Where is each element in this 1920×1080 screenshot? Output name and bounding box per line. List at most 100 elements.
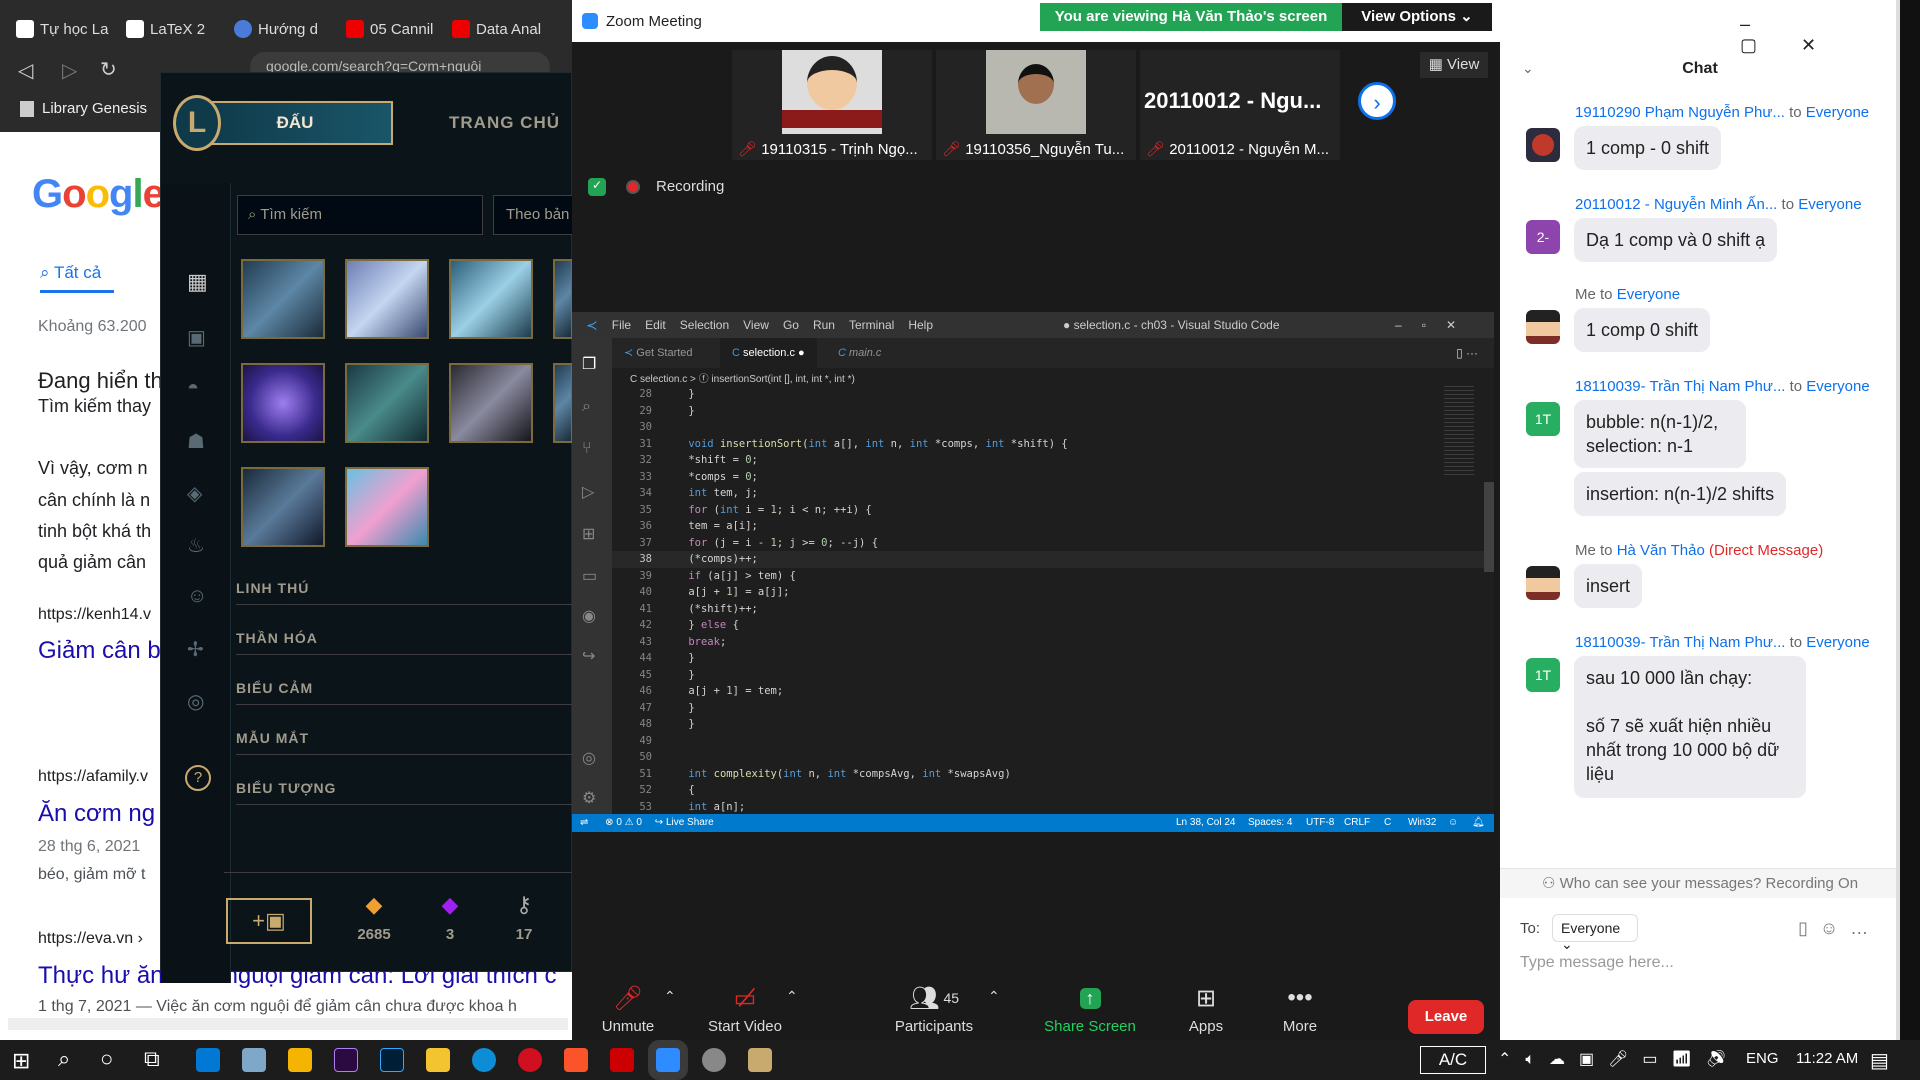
input-language[interactable]: ENG <box>1746 1050 1779 1067</box>
opera-icon[interactable] <box>518 1048 542 1072</box>
help-icon[interactable]: ? <box>185 765 211 791</box>
horizontal-scrollbar[interactable] <box>8 1018 568 1030</box>
app-icon[interactable] <box>702 1048 726 1072</box>
encoding-status[interactable]: UTF-8 <box>1306 814 1334 832</box>
run-debug-icon[interactable]: ▷ <box>582 482 594 502</box>
editor-scrollbar[interactable] <box>1484 482 1494 572</box>
app-icon[interactable] <box>610 1048 634 1072</box>
explorer-icon[interactable]: ❐ <box>582 354 596 374</box>
browser-tab[interactable]: Hướng d <box>234 14 334 44</box>
champion-tile[interactable] <box>553 363 573 443</box>
brave-icon[interactable] <box>564 1048 588 1072</box>
menu-terminal[interactable]: Terminal <box>849 318 894 332</box>
profile-icon[interactable]: ◎ <box>187 689 204 714</box>
video-options-chevron-icon[interactable]: ⌃ <box>786 988 798 1005</box>
task-view-icon[interactable]: ⧉ <box>144 1046 160 1072</box>
window-controls[interactable]: –▫✕ <box>1395 318 1476 332</box>
nav-home[interactable]: TRANG CHỦ <box>449 113 560 133</box>
spell-icon[interactable]: ✢ <box>187 637 204 662</box>
bookmark-library-genesis[interactable]: Library Genesis <box>20 100 147 117</box>
notifications-icon[interactable]: 🔔︎ <box>1472 814 1485 832</box>
audio-options-chevron-icon[interactable]: ⌃ <box>664 988 676 1005</box>
champion-tile[interactable] <box>345 259 429 339</box>
indentation-status[interactable]: Spaces: 4 <box>1248 814 1292 832</box>
menu-help[interactable]: Help <box>908 318 933 332</box>
menu-go[interactable]: Go <box>783 318 799 332</box>
menu-edit[interactable]: Edit <box>645 318 666 332</box>
menu-view[interactable]: View <box>743 318 769 332</box>
problems-status[interactable]: ⊗ 0 ⚠ 0 <box>605 817 642 828</box>
result-url[interactable]: https://afamily.v <box>38 768 148 786</box>
section-linh-thu[interactable]: LINH THÚ <box>236 580 572 605</box>
settings-gear-icon[interactable]: ⚙ <box>582 788 596 808</box>
live-share-icon[interactable]: ↪ <box>582 646 595 666</box>
breadcrumb[interactable]: C selection.c > ⓕ insertionSort(int [], … <box>630 370 855 385</box>
play-button[interactable]: ĐẤU <box>197 101 393 145</box>
platform-status[interactable]: Win32 <box>1408 814 1436 832</box>
github-icon[interactable]: ◉ <box>582 606 596 626</box>
eol-status[interactable]: CRLF <box>1344 814 1370 832</box>
champion-tile[interactable] <box>241 467 325 547</box>
participant-video[interactable]: 20110012 - Ngu... 🎤︎ 20110012 - Nguyễn M… <box>1140 50 1340 160</box>
next-page-icon[interactable]: › <box>1358 82 1396 120</box>
emote-icon[interactable]: ☺ <box>187 585 207 608</box>
browser-tab[interactable]: LaTeX 2 <box>126 14 222 44</box>
cortana-icon[interactable]: ○ <box>100 1046 113 1072</box>
browser-tab[interactable]: 05 Cannil <box>346 14 446 44</box>
forward-icon[interactable]: ▷ <box>62 58 77 83</box>
reload-icon[interactable]: ↻ <box>100 57 117 82</box>
language-status[interactable]: C <box>1384 814 1391 832</box>
add-collection-button[interactable]: +▣ <box>226 898 312 944</box>
account-icon[interactable]: ◎ <box>582 748 596 768</box>
section-mau-mat[interactable]: MẪU MẮT <box>236 730 572 755</box>
back-icon[interactable]: ◁ <box>18 58 33 83</box>
champion-tile[interactable] <box>241 259 325 339</box>
flame-icon[interactable]: ♨ <box>187 533 205 558</box>
participants-button[interactable]: 👥︎ 45 Participants <box>884 978 984 1036</box>
lol-sort-filter[interactable]: Theo bản <box>493 195 573 235</box>
result-url[interactable]: https://kenh14.v <box>38 606 151 624</box>
chat-actions[interactable]: ▯☺… <box>1798 918 1880 939</box>
tab-get-started[interactable]: ≺ Get Started <box>612 338 705 368</box>
view-button[interactable]: ▦ View <box>1420 52 1488 78</box>
recipient-select[interactable]: Everyone ⌄ <box>1552 914 1638 952</box>
code-editor[interactable]: 28 } 29 } 30 31 void insertionSort(int a[],… <box>612 386 1494 814</box>
section-bieu-cam[interactable]: BIỂU CẢM <box>236 680 572 705</box>
notification-center-icon[interactable]: ▤ <box>1870 1048 1889 1073</box>
champion-tile[interactable] <box>345 363 429 443</box>
search-icon[interactable]: ⌕ <box>582 398 591 416</box>
chat-message-input[interactable]: Type message here... <box>1520 954 1674 972</box>
zoom-taskbar-icon[interactable] <box>656 1048 680 1072</box>
search-icon[interactable]: ⌕ <box>58 1046 70 1072</box>
share-screen-button[interactable]: ↑ Share Screen <box>1026 978 1154 1035</box>
champion-tile[interactable] <box>449 363 533 443</box>
ac-indicator[interactable]: A/C <box>1420 1046 1486 1074</box>
remote-status-icon[interactable]: ⇌ <box>580 817 588 828</box>
champion-tile[interactable] <box>345 467 429 547</box>
extensions-icon[interactable]: ⊞ <box>582 524 595 544</box>
feedback-icon[interactable]: ☺ <box>1448 814 1458 832</box>
chat-visibility-notice[interactable]: ⚇ Who can see your messages? Recording O… <box>1500 868 1900 898</box>
section-than-hoa[interactable]: THẦN HÓA <box>236 630 572 655</box>
live-share-status[interactable]: ↪ Live Share <box>655 817 714 828</box>
helmet-icon[interactable]: ◓ <box>187 377 199 400</box>
more-button[interactable]: ••• More <box>1266 978 1334 1035</box>
minimap[interactable] <box>1444 386 1474 476</box>
mail-icon[interactable] <box>196 1048 220 1072</box>
clock[interactable]: 11:22 AM <box>1796 1050 1858 1067</box>
apps-button[interactable]: ⊞ Apps <box>1172 978 1240 1036</box>
section-bieu-tuong[interactable]: BIỂU TƯỢNG <box>236 780 572 805</box>
chat-window-controls[interactable]: –▢✕ <box>1740 14 1900 56</box>
mask-icon[interactable]: ☗ <box>187 429 205 454</box>
participant-video[interactable]: 🎤︎ 19110315 - Trịnh Ngọ... <box>732 50 932 160</box>
tab-selection-c[interactable]: C selection.c ● <box>720 338 817 368</box>
leave-button[interactable]: Leave <box>1408 1000 1484 1034</box>
participant-video[interactable]: 🎤︎ 19110356_Nguyễn Tu... <box>936 50 1136 160</box>
system-tray-icons[interactable]: ⌃🔈︎☁▣🎤︎▭📶︎🔊︎ <box>1498 1049 1740 1069</box>
lol-taskbar-icon[interactable] <box>748 1048 772 1072</box>
edge-icon[interactable] <box>472 1048 496 1072</box>
file-explorer-icon[interactable] <box>426 1048 450 1072</box>
browser-tab[interactable]: Data Anal <box>452 14 562 44</box>
menu-run[interactable]: Run <box>813 318 835 332</box>
result-url[interactable]: https://eva.vn › <box>38 930 143 948</box>
